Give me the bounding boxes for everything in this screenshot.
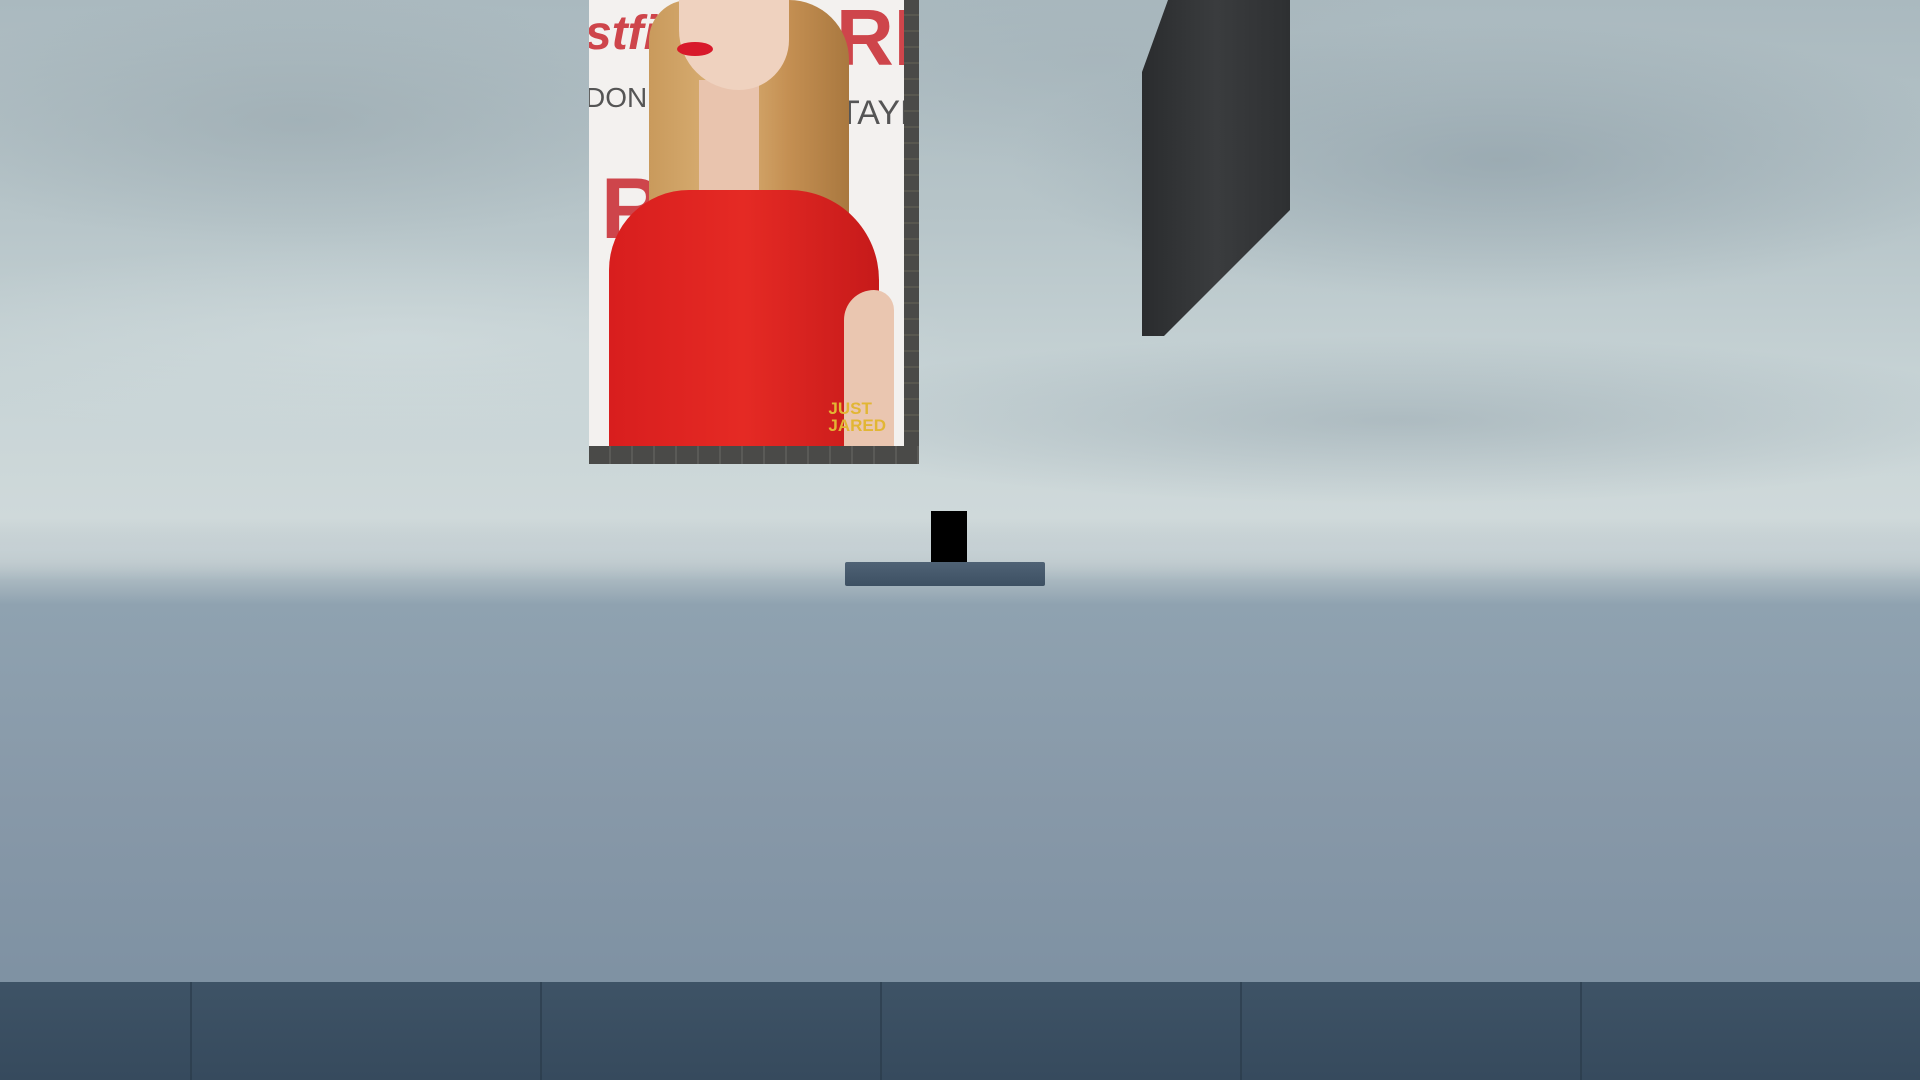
black-block[interactable] xyxy=(931,511,967,563)
game-viewport: stfi DON W RE TAYL R JUST JARED xyxy=(0,0,1920,1080)
floating-platform[interactable] xyxy=(845,562,1045,586)
floor-plank xyxy=(190,982,192,1080)
poster-frame[interactable]: stfi DON W RE TAYL R JUST JARED xyxy=(589,0,919,464)
dark-panel[interactable] xyxy=(1142,0,1290,336)
sky xyxy=(0,0,1920,560)
poster-frame-right-edge xyxy=(904,0,919,464)
foreground-floor xyxy=(0,982,1920,1080)
dark-panel-face xyxy=(1142,0,1290,336)
poster-lips xyxy=(677,42,713,56)
watermark-line-1: JUST xyxy=(828,399,872,418)
floor-plank xyxy=(1240,982,1242,1080)
poster-neck xyxy=(699,80,759,190)
poster-text-top-left: stfi xyxy=(589,7,657,60)
floor-plank xyxy=(1580,982,1582,1080)
poster-text-right-2: TAYL xyxy=(839,94,904,132)
floor-plank xyxy=(540,982,542,1080)
floor-plank xyxy=(880,982,882,1080)
poster-image: stfi DON W RE TAYL R JUST JARED xyxy=(589,0,907,449)
watermark-line-2: JARED xyxy=(828,416,886,435)
poster-watermark: JUST JARED xyxy=(828,400,886,434)
poster-frame-bottom-edge xyxy=(589,446,919,464)
